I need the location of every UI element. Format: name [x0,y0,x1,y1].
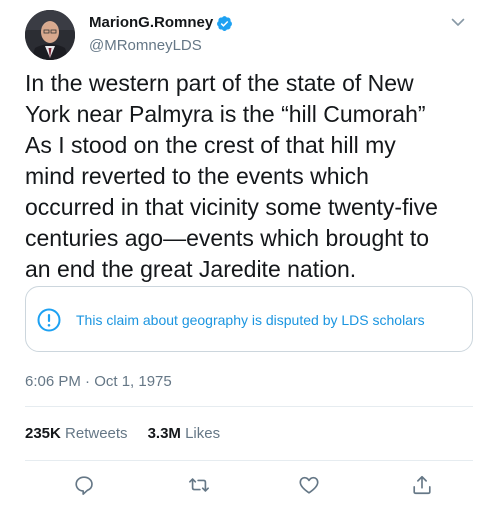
retweets-count: 235K [25,425,61,442]
tweet-text: In the western part of the state of New … [25,68,470,285]
retweets-label: Retweets [65,425,128,442]
tweet-text-line: In the western part of the state of New [25,70,414,96]
handle[interactable]: @MRomneyLDS [89,36,233,56]
divider [25,460,473,461]
likes-label: Likes [185,425,221,442]
reply-icon[interactable] [73,474,95,496]
tweet-text-line: occurred in that vicinity some twenty-fi… [25,194,438,220]
share-icon[interactable] [411,474,433,496]
tweet: MarionG.Romney @MRomneyLDS In the wester… [0,0,480,511]
author-info[interactable]: MarionG.Romney @MRomneyLDS [89,13,233,56]
verified-badge-icon [216,15,233,32]
tweet-text-line: York near Palmyra is the “hill Cumorah” [25,101,426,127]
tweet-text-line: centuries ago—events which brought to [25,225,430,251]
tweet-text-line: As I stood on the crest of that hill my [25,132,396,158]
tweet-text-line: an end the great Jaredite nation. [25,256,357,282]
likes-stat[interactable]: 3.3M Likes [148,424,221,444]
retweets-stat[interactable]: 235K Retweets [25,424,128,444]
notice-text[interactable]: This claim about geography is disputed b… [76,312,425,329]
timestamp[interactable]: 6:06 PM · Oct 1, 1975 [25,372,172,392]
like-icon[interactable] [298,474,320,496]
display-name[interactable]: MarionG.Romney [89,13,213,33]
disputed-claim-notice[interactable]: This claim about geography is disputed b… [25,286,473,352]
divider [25,406,473,407]
tweet-text-line: mind reverted to the events which [25,163,369,189]
engagement-stats: 235K Retweets 3.3M Likes [25,424,240,444]
chevron-down-icon[interactable] [450,14,466,30]
likes-count: 3.3M [147,425,181,442]
exclamation-circle-icon [37,308,61,332]
retweet-icon[interactable] [188,474,210,496]
avatar[interactable] [25,10,75,60]
